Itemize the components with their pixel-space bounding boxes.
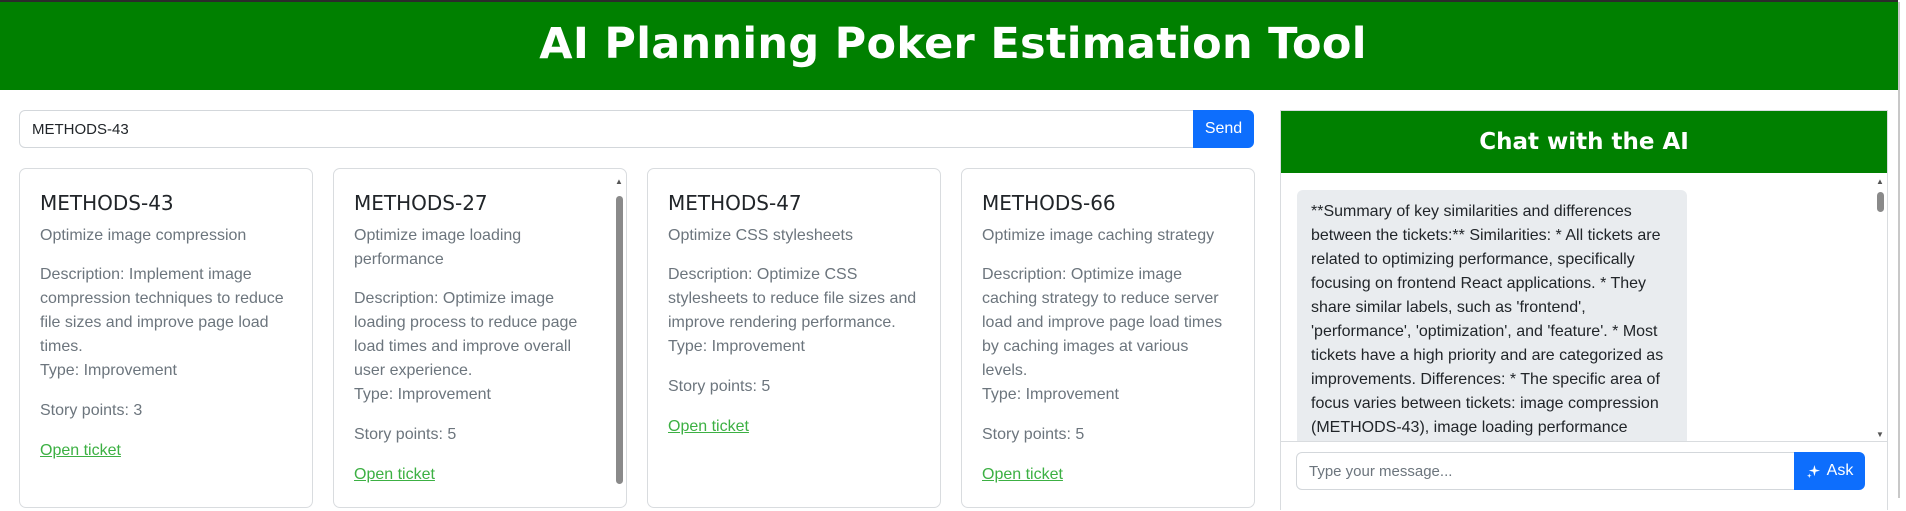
ticket-story-points: Story points: 3 (40, 402, 143, 419)
ticket-key: METHODS-27 (354, 191, 488, 215)
ai-message: **Summary of key similarities and differ… (1297, 190, 1687, 441)
scroll-up-icon[interactable]: ▲ (1876, 177, 1884, 186)
chat-message-input[interactable] (1296, 452, 1796, 490)
ticket-card: METHODS-27 Optimize image loading perfor… (333, 168, 627, 508)
page-scrollbar[interactable] (1898, 0, 1906, 500)
chat-footer: Ask (1281, 441, 1887, 511)
ticket-summary: Optimize image compression (40, 227, 247, 244)
open-ticket-link[interactable]: Open ticket (40, 442, 121, 459)
page-title: AI Planning Poker Estimation Tool (539, 19, 1367, 69)
ticket-summary: Optimize image loading performance (354, 227, 522, 268)
ticket-card: METHODS-43 Optimize image compression De… (19, 168, 313, 508)
chat-title: Chat with the AI (1281, 111, 1887, 173)
ticket-story-points: Story points: 5 (982, 426, 1085, 443)
ticket-details: Description: Optimize image loading proc… (354, 287, 594, 407)
scroll-down-icon[interactable]: ▼ (1876, 430, 1884, 439)
ticket-story-points: Story points: 5 (354, 426, 457, 443)
ask-button[interactable]: Ask (1794, 452, 1865, 490)
open-ticket-link[interactable]: Open ticket (354, 466, 435, 483)
ticket-type: Type: Improvement (354, 386, 491, 403)
ask-label: Ask (1826, 462, 1854, 479)
ticket-key: METHODS-66 (982, 191, 1116, 215)
ticket-description: Description: Implement image compression… (40, 266, 284, 355)
ticket-card: METHODS-47 Optimize CSS stylesheets Desc… (647, 168, 941, 508)
ticket-type: Type: Improvement (668, 338, 805, 355)
ticket-type: Type: Improvement (40, 362, 177, 379)
card-scrollbar[interactable]: ▲ (614, 177, 624, 507)
chat-messages: **Summary of key similarities and differ… (1281, 173, 1887, 441)
send-button[interactable]: Send (1193, 110, 1254, 148)
open-ticket-link[interactable]: Open ticket (668, 418, 749, 435)
ticket-description: Description: Optimize image caching stra… (982, 266, 1223, 379)
ticket-type: Type: Improvement (982, 386, 1119, 403)
chat-panel: Chat with the AI **Summary of key simila… (1280, 110, 1888, 511)
ticket-description: Description: Optimize CSS stylesheets to… (668, 266, 917, 331)
ticket-story-points: Story points: 5 (668, 378, 771, 395)
ticket-summary: Optimize CSS stylesheets (668, 227, 853, 244)
open-ticket-link[interactable]: Open ticket (982, 466, 1063, 483)
ticket-key: METHODS-47 (668, 191, 802, 215)
sparkles-icon (1806, 464, 1820, 478)
ticket-card: METHODS-66 Optimize image caching strate… (961, 168, 1255, 508)
ticket-details: Description: Optimize image caching stra… (982, 263, 1234, 407)
chat-scrollbar[interactable]: ▲ ▼ (1875, 177, 1885, 439)
ticket-details: Description: Optimize CSS stylesheets to… (668, 263, 920, 359)
app-header: AI Planning Poker Estimation Tool (0, 0, 1906, 90)
ticket-description: Description: Optimize image loading proc… (354, 290, 578, 379)
ticket-key: METHODS-43 (40, 191, 174, 215)
scroll-up-icon[interactable]: ▲ (615, 177, 623, 186)
ticket-details: Description: Implement image compression… (40, 263, 292, 383)
ticket-summary: Optimize image caching strategy (982, 227, 1215, 244)
ticket-search-input[interactable] (19, 110, 1195, 148)
